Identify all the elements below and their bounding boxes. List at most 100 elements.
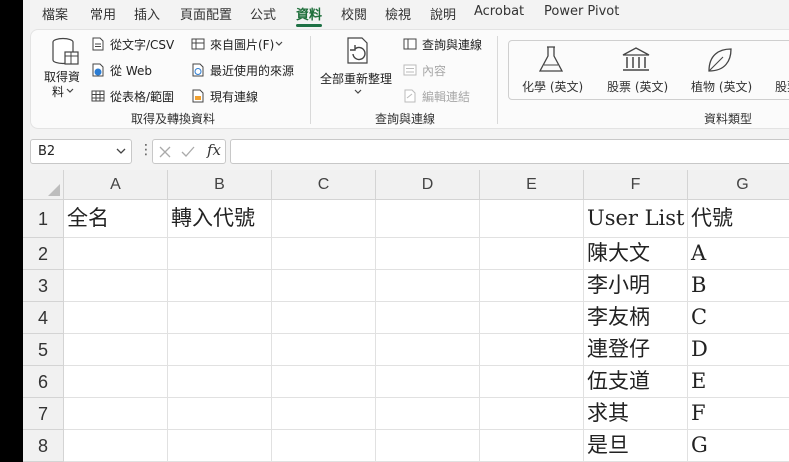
select-all-button[interactable]	[23, 170, 64, 200]
tab-formulas[interactable]: 公式	[250, 4, 276, 26]
row-header-5[interactable]: 5	[23, 334, 64, 366]
cell-c6[interactable]	[272, 366, 376, 398]
cell-d8[interactable]	[376, 430, 480, 462]
cell-b8[interactable]	[168, 430, 272, 462]
cell-f3[interactable]: 李小明	[584, 270, 688, 302]
cell-c4[interactable]	[272, 302, 376, 334]
tab-insert[interactable]: 插入	[134, 4, 160, 26]
enter-check-icon[interactable]	[181, 146, 195, 158]
cell-f4[interactable]: 李友柄	[584, 302, 688, 334]
tab-page-layout[interactable]: 頁面配置	[180, 4, 232, 26]
data-type-stocks-label: 股票 (英文)	[607, 80, 669, 94]
cell-g3[interactable]: B	[688, 270, 789, 302]
column-header-a[interactable]: A	[64, 170, 168, 200]
data-type-plants-label: 植物 (英文)	[691, 80, 753, 94]
cell-b3[interactable]	[168, 270, 272, 302]
cell-a1[interactable]: 全名	[64, 200, 168, 238]
tab-file[interactable]: 檔案	[42, 4, 68, 26]
cell-d5[interactable]	[376, 334, 480, 366]
cell-g7[interactable]: F	[688, 398, 789, 430]
recent-file-icon	[192, 63, 204, 77]
row-header-3[interactable]: 3	[23, 270, 64, 302]
cell-e3[interactable]	[480, 270, 584, 302]
cell-a7[interactable]	[64, 398, 168, 430]
cell-e7[interactable]	[480, 398, 584, 430]
refresh-icon	[347, 37, 368, 64]
from-picture-label: 來自圖片(F)	[210, 38, 275, 52]
cell-d3[interactable]	[376, 270, 480, 302]
cell-d2[interactable]	[376, 238, 480, 270]
cell-g5[interactable]: D	[688, 334, 789, 366]
column-header-b[interactable]: B	[168, 170, 272, 200]
cell-b4[interactable]	[168, 302, 272, 334]
tab-data[interactable]: 資料	[296, 4, 323, 27]
cell-f2[interactable]: 陳大文	[584, 238, 688, 270]
cell-f6[interactable]: 伍支道	[584, 366, 688, 398]
insert-function-icon[interactable]: fx	[207, 141, 221, 159]
cell-b2[interactable]	[168, 238, 272, 270]
row-header-6[interactable]: 6	[23, 366, 64, 398]
cell-b6[interactable]	[168, 366, 272, 398]
more-options-icon[interactable]: ⋮	[139, 142, 153, 158]
name-box-value: B2	[38, 144, 56, 159]
cell-f8[interactable]: 是旦	[584, 430, 688, 462]
tab-help[interactable]: 說明	[430, 4, 456, 26]
cell-c2[interactable]	[272, 238, 376, 270]
cell-g1[interactable]: 代號	[688, 200, 789, 238]
cell-b5[interactable]	[168, 334, 272, 366]
column-header-c[interactable]: C	[272, 170, 376, 200]
column-header-d[interactable]: D	[376, 170, 480, 200]
cell-d4[interactable]	[376, 302, 480, 334]
cell-c8[interactable]	[272, 430, 376, 462]
cell-c7[interactable]	[272, 398, 376, 430]
cell-b1[interactable]: 轉入代號	[168, 200, 272, 238]
cell-a5[interactable]	[64, 334, 168, 366]
cell-g6[interactable]: E	[688, 366, 789, 398]
column-header-f[interactable]: F	[584, 170, 688, 200]
row-header-2[interactable]: 2	[23, 238, 64, 270]
cell-f7[interactable]: 求其	[584, 398, 688, 430]
cell-g8[interactable]: G	[688, 430, 789, 462]
cancel-icon[interactable]	[159, 146, 171, 158]
row-header-1[interactable]: 1	[23, 200, 64, 238]
cell-d7[interactable]	[376, 398, 480, 430]
cell-e5[interactable]	[480, 334, 584, 366]
tab-home[interactable]: 常用	[90, 4, 116, 26]
cell-g4[interactable]: C	[688, 302, 789, 334]
row-header-7[interactable]: 7	[23, 398, 64, 430]
cell-a8[interactable]	[64, 430, 168, 462]
cell-e2[interactable]	[480, 238, 584, 270]
tab-power-pivot[interactable]: Power Pivot	[544, 4, 619, 26]
cell-e4[interactable]	[480, 302, 584, 334]
cell-d6[interactable]	[376, 366, 480, 398]
cell-e1[interactable]	[480, 200, 584, 238]
cell-a2[interactable]	[64, 238, 168, 270]
cell-f1[interactable]: User List	[584, 200, 688, 238]
column-header-e[interactable]: E	[480, 170, 584, 200]
formula-input[interactable]	[230, 139, 789, 164]
cell-c5[interactable]	[272, 334, 376, 366]
row-header-8[interactable]: 8	[23, 430, 64, 462]
cell-a6[interactable]	[64, 366, 168, 398]
tab-view[interactable]: 檢視	[385, 4, 411, 26]
cell-b7[interactable]	[168, 398, 272, 430]
cell-a4[interactable]	[64, 302, 168, 334]
picture-icon	[191, 38, 205, 50]
tab-review[interactable]: 校閱	[341, 4, 367, 26]
cell-a3[interactable]	[64, 270, 168, 302]
name-box[interactable]: B2	[30, 139, 132, 164]
bank-icon	[622, 47, 650, 71]
tab-acrobat[interactable]: Acrobat	[474, 4, 524, 26]
row-header-4[interactable]: 4	[23, 302, 64, 334]
queries-group-label: 查詢與連線	[375, 112, 436, 126]
cell-d1[interactable]	[376, 200, 480, 238]
chevron-down-icon[interactable]	[116, 145, 126, 157]
column-header-g[interactable]: G	[688, 170, 789, 200]
cell-g2[interactable]: A	[688, 238, 789, 270]
cell-e8[interactable]	[480, 430, 584, 462]
cell-f5[interactable]: 連登仔	[584, 334, 688, 366]
cell-c1[interactable]	[272, 200, 376, 238]
edit-links-icon	[404, 89, 416, 103]
cell-e6[interactable]	[480, 366, 584, 398]
cell-c3[interactable]	[272, 270, 376, 302]
